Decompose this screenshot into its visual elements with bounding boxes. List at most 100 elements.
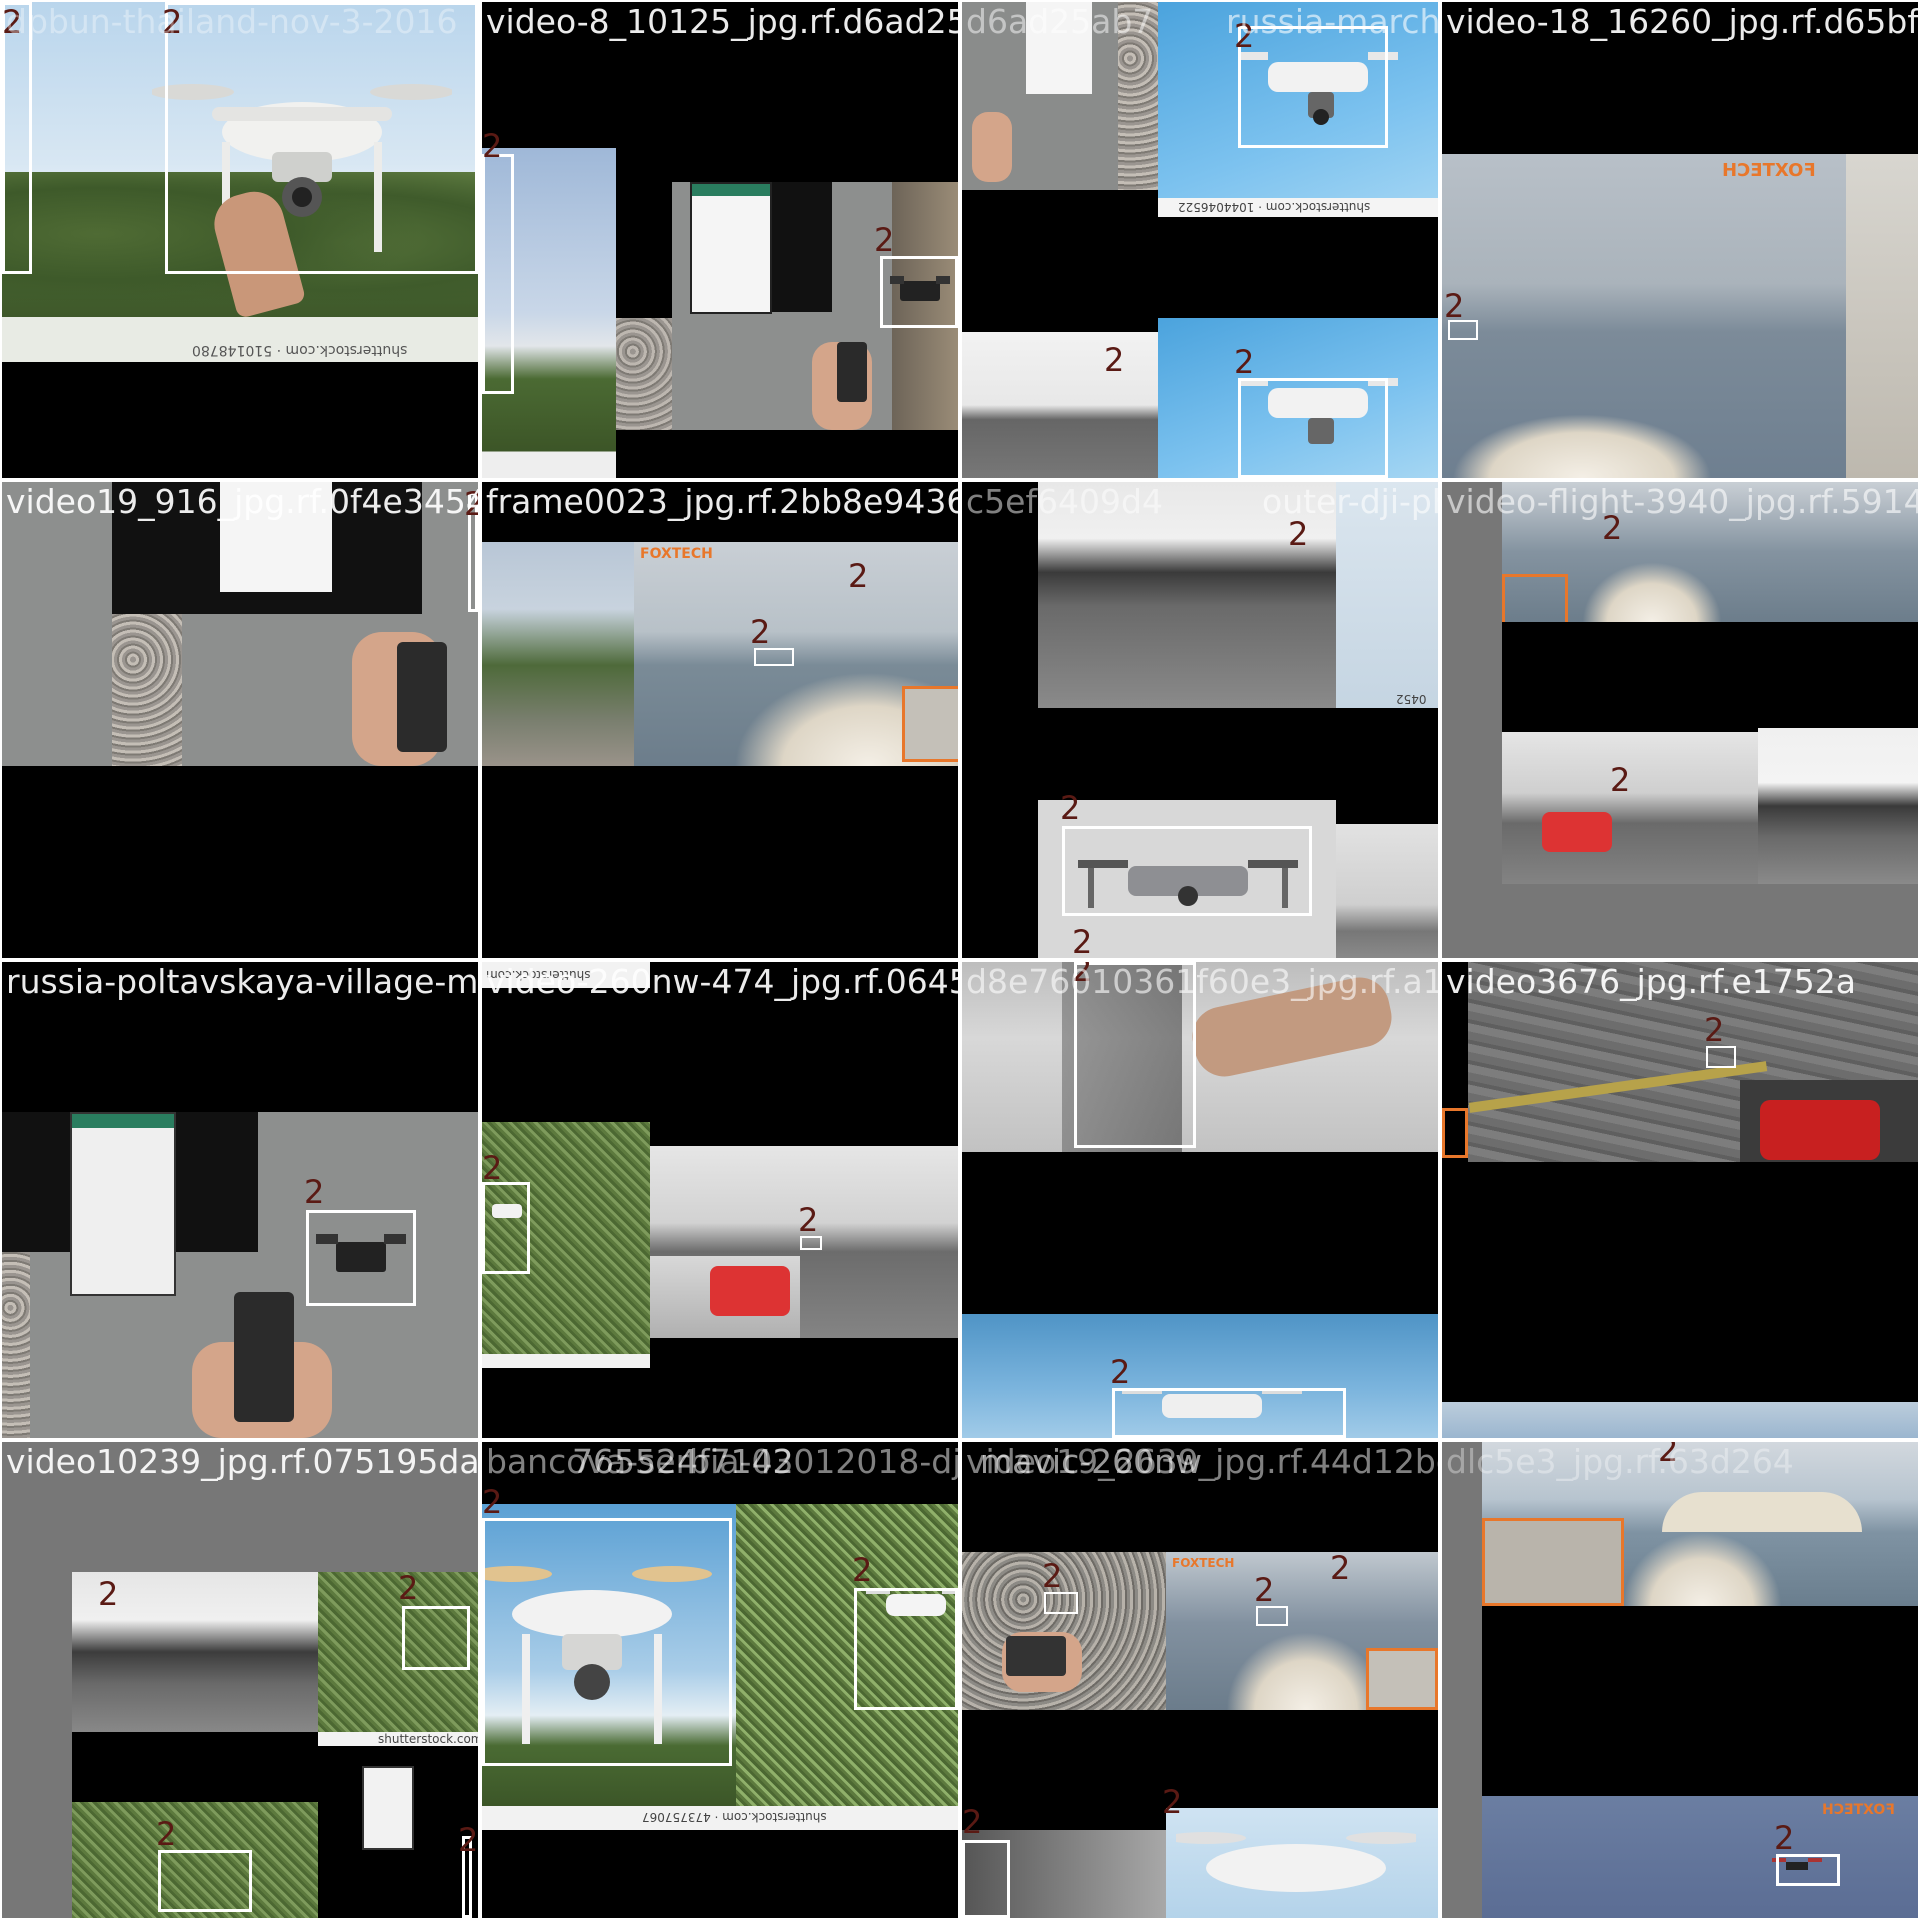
tile-title: d6ad25ab7 [966, 2, 1154, 41]
tile-title: russia-poltavskaya-village-may [6, 962, 478, 1001]
detection-label: 2 [482, 1483, 503, 1521]
mosaic-tile-11: 2 2 d8e76010361f60e3_jpg.rf.a13989ef3 [962, 962, 1438, 1438]
tile-title: frame0023_jpg.rf.2bb8e943654d7 [486, 482, 958, 521]
mosaic-tile-8: 2 2 video-flight-3940_jpg.rf.591494 [1442, 482, 1918, 958]
detection-box [962, 1840, 1010, 1918]
detection-box [158, 1850, 252, 1912]
sea-photo: FOXTECH [1442, 154, 1846, 478]
tile-title: dpbun-thailand-nov-3-2016 [6, 2, 458, 41]
detection-box [1238, 26, 1388, 148]
detection-box [1238, 378, 1388, 478]
detection-label: 2 [482, 1149, 503, 1187]
detection-label: 2 [1444, 287, 1465, 325]
mosaic-tile-5: 2 video19_916_jpg.rf.0f4e3454c [2, 482, 478, 958]
sea-photo: FOXTECH [1166, 1552, 1438, 1710]
detection-box [1776, 1854, 1840, 1886]
tile-watermark: shutterstock.com · 510148780 [192, 342, 408, 358]
tile-watermark: shutterstock.com · 473757067 [642, 1810, 827, 1824]
detection-label: 2 [1042, 1557, 1063, 1595]
detection-label: 2 [98, 1575, 119, 1613]
tile-title: d8e76010361f60e3_jpg.rf.a13989ef3 [966, 962, 1438, 1001]
mosaic-tile-16: FOXTECH 2 2 dlc5e3_jpg.rf.63d264 [1442, 1442, 1918, 1918]
detection-box [1256, 1606, 1288, 1626]
detection-box [1112, 1388, 1346, 1438]
gravel-photo [962, 1552, 1166, 1710]
detection-label: 2 [1330, 1549, 1351, 1587]
mosaic-tile-6: FOXTECH 2 2 frame0023_jpg.rf.2bb8e943654… [482, 482, 958, 958]
tile-title: video-18_16260_jpg.rf.d65bf22 [1446, 2, 1918, 41]
mosaic-tile-4: FOXTECH 2 video-18_16260_jpg.rf.d65bf22 [1442, 2, 1918, 478]
detection-label: 2 [1774, 1819, 1795, 1857]
detection-label: 2 [1288, 515, 1309, 553]
detection-box [854, 1588, 958, 1710]
mosaic-tile-12: 2 video3676_jpg.rf.e1752a [1442, 962, 1918, 1438]
tile-overlay-title: russia-march-12-2018 [1226, 2, 1438, 41]
tile-title: video3676_jpg.rf.e1752a [1446, 962, 1856, 1001]
detection-box [880, 256, 958, 328]
foxtech-logo: FOXTECH [1722, 160, 1816, 181]
detection-label: 2 [1704, 1011, 1725, 1049]
phone-screenshot [70, 1112, 176, 1296]
detection-box [1706, 1046, 1736, 1068]
gravel-photo [616, 318, 672, 430]
field-photo [962, 332, 1158, 478]
tile-overlay-title: outer-dji-phantom [1262, 482, 1438, 521]
detection-label: 2 [1254, 1571, 1275, 1609]
tile-title: video19_916_jpg.rf.0f4e3454c [6, 482, 478, 521]
detection-label: 2 [398, 1569, 419, 1607]
detection-label: 2 [156, 1815, 177, 1853]
detection-label: 2 [852, 1551, 873, 1589]
trees-photo [482, 542, 634, 766]
tile-watermark: shutterstock.com · 1044046522 [1178, 200, 1371, 214]
tile-title: video-260nw-474_jpg.rf.064567d [486, 962, 958, 1001]
detection-label: 2 [1234, 343, 1255, 381]
detection-box [1062, 826, 1312, 916]
detection-label: 2 [1110, 1353, 1131, 1391]
sea-photo: FOXTECH [634, 542, 958, 766]
tile-title: video10239_jpg.rf.075195da [6, 1442, 478, 1481]
mosaic-tile-3: shutterstock.com · 1044046522 2 2 2 d6ad… [962, 2, 1438, 478]
detection-label: 2 [962, 1803, 983, 1841]
detection-label: 2 [1610, 761, 1631, 799]
phone-screenshot [690, 182, 772, 314]
detection-label: 2 [750, 613, 771, 651]
tile-title: dlc5e3_jpg.rf.63d264 [1446, 1442, 1794, 1481]
detection-label: 2 [1060, 789, 1081, 827]
foxtech-logo: FOXTECH [1172, 1556, 1235, 1570]
detection-label: 2 [848, 557, 869, 595]
tile-watermark: 0452 [1396, 692, 1427, 706]
detection-label: 2 [1162, 1783, 1183, 1821]
detection-label: 2 [458, 1821, 478, 1859]
car-photo [1740, 1080, 1918, 1162]
mosaic-tile-13: shutterstock.com · 4737 2 2 2 2 video102… [2, 1442, 478, 1918]
detection-box [1044, 1592, 1078, 1614]
drone-studio-photo [1166, 1808, 1438, 1918]
tile-title: video-8_10125_jpg.rf.d6ad25 [486, 2, 958, 41]
detection-box [482, 154, 514, 394]
detection-label: 2 [1104, 341, 1125, 379]
detection-box [306, 1210, 416, 1306]
detection-label: 2 [304, 1173, 325, 1211]
detection-label: 2 [798, 1201, 819, 1239]
mosaic-tile-9: 2 russia-poltavskaya-village-may [2, 962, 478, 1438]
foxtech-logo: FOXTECH [640, 546, 713, 562]
mosaic-tile-2: 2 2 video-8_10125_jpg.rf.d6ad25 [482, 2, 958, 478]
detection-label: 2 [482, 127, 503, 165]
tile-watermark: shutterstock.com · 4737 [378, 1732, 478, 1746]
mosaic-tile-10: shutterstock.com 2 2 video-260nw-474_jpg… [482, 962, 958, 1438]
detection-box [482, 1182, 530, 1274]
detection-box [2, 2, 32, 274]
mosaic-tile-14: shutterstock.com · 473757067 2 2 bancova… [482, 1442, 958, 1918]
mosaic-grid: shutterstock.com · 510148780 2 2 dpbun-t… [0, 0, 1920, 1920]
mosaic-tile-15: FOXTECH 2 2 2 2 2 video19_2639_jpg.rf.44… [962, 1442, 1438, 1918]
sea-photo-edge [1846, 154, 1918, 478]
mosaic-tile-7: 0452 2 2 2 c5ef6409d4 outer-dji-phantom [962, 482, 1438, 958]
tile-overlay-title: 765524f7142 [572, 1442, 794, 1481]
tile-title: video-flight-3940_jpg.rf.591494 [1446, 482, 1918, 521]
sea-photo: FOXTECH [1482, 1796, 1918, 1918]
mosaic-tile-1: shutterstock.com · 510148780 2 2 dpbun-t… [2, 2, 478, 478]
garage-photo [1336, 824, 1438, 958]
tile-title: c5ef6409d4 [966, 482, 1163, 521]
detection-box [482, 1518, 732, 1766]
watermark-strip: shutterstock.com · 473757067 [482, 1806, 958, 1830]
